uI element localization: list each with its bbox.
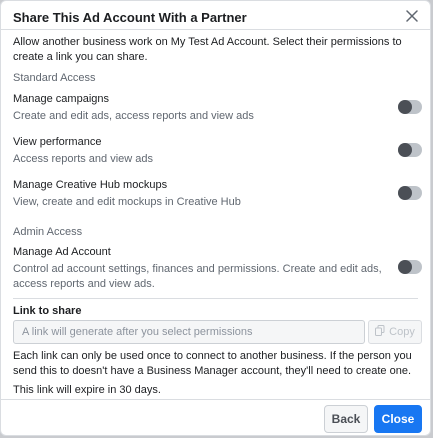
link-section-divider xyxy=(13,298,418,299)
copy-button-label: Copy xyxy=(389,326,415,338)
toggle-view-performance[interactable] xyxy=(398,143,422,157)
dialog-title: Share This Ad Account With a Partner xyxy=(13,10,247,25)
permission-subtitle-manage-campaigns: Create and edit ads, access reports and … xyxy=(13,110,254,122)
permission-title-manage-ad-account: Manage Ad Account xyxy=(13,246,111,258)
link-help-text: Each link can only be used once to conne… xyxy=(13,350,412,377)
permission-title-view-performance: View performance xyxy=(13,136,102,148)
toggle-knob xyxy=(398,186,412,200)
close-button[interactable]: Close xyxy=(374,405,422,433)
permission-subtitle-manage-ad-account: Control ad account settings, finances an… xyxy=(13,263,382,290)
dialog-description: Allow another business work on My Test A… xyxy=(13,36,402,63)
toggle-manage-creative-hub[interactable] xyxy=(398,186,422,200)
copy-button[interactable]: Copy xyxy=(368,320,422,344)
header-divider xyxy=(1,29,430,30)
share-link-input[interactable] xyxy=(13,320,365,344)
permission-subtitle-manage-creative-hub: View, create and edit mockups in Creativ… xyxy=(13,196,241,208)
toggle-knob xyxy=(398,143,412,157)
share-ad-account-dialog: Share This Ad Account With a Partner All… xyxy=(0,0,431,436)
section-label-admin-access: Admin Access xyxy=(13,226,83,238)
section-label-standard-access: Standard Access xyxy=(13,72,96,84)
permission-subtitle-view-performance: Access reports and view ads xyxy=(13,153,154,165)
link-label: Link to share xyxy=(13,305,82,317)
toggle-knob xyxy=(398,100,412,114)
copy-icon xyxy=(375,325,385,339)
toggle-manage-campaigns[interactable] xyxy=(398,100,422,114)
toggle-manage-ad-account[interactable] xyxy=(398,260,422,274)
link-expiry-text: This link will expire in 30 days. xyxy=(13,384,161,396)
back-button[interactable]: Back xyxy=(324,405,368,433)
permission-title-manage-creative-hub: Manage Creative Hub mockups xyxy=(13,179,168,191)
permission-title-manage-campaigns: Manage campaigns xyxy=(13,93,110,105)
toggle-knob xyxy=(398,260,412,274)
close-icon[interactable] xyxy=(402,6,422,26)
footer-divider xyxy=(1,399,430,400)
